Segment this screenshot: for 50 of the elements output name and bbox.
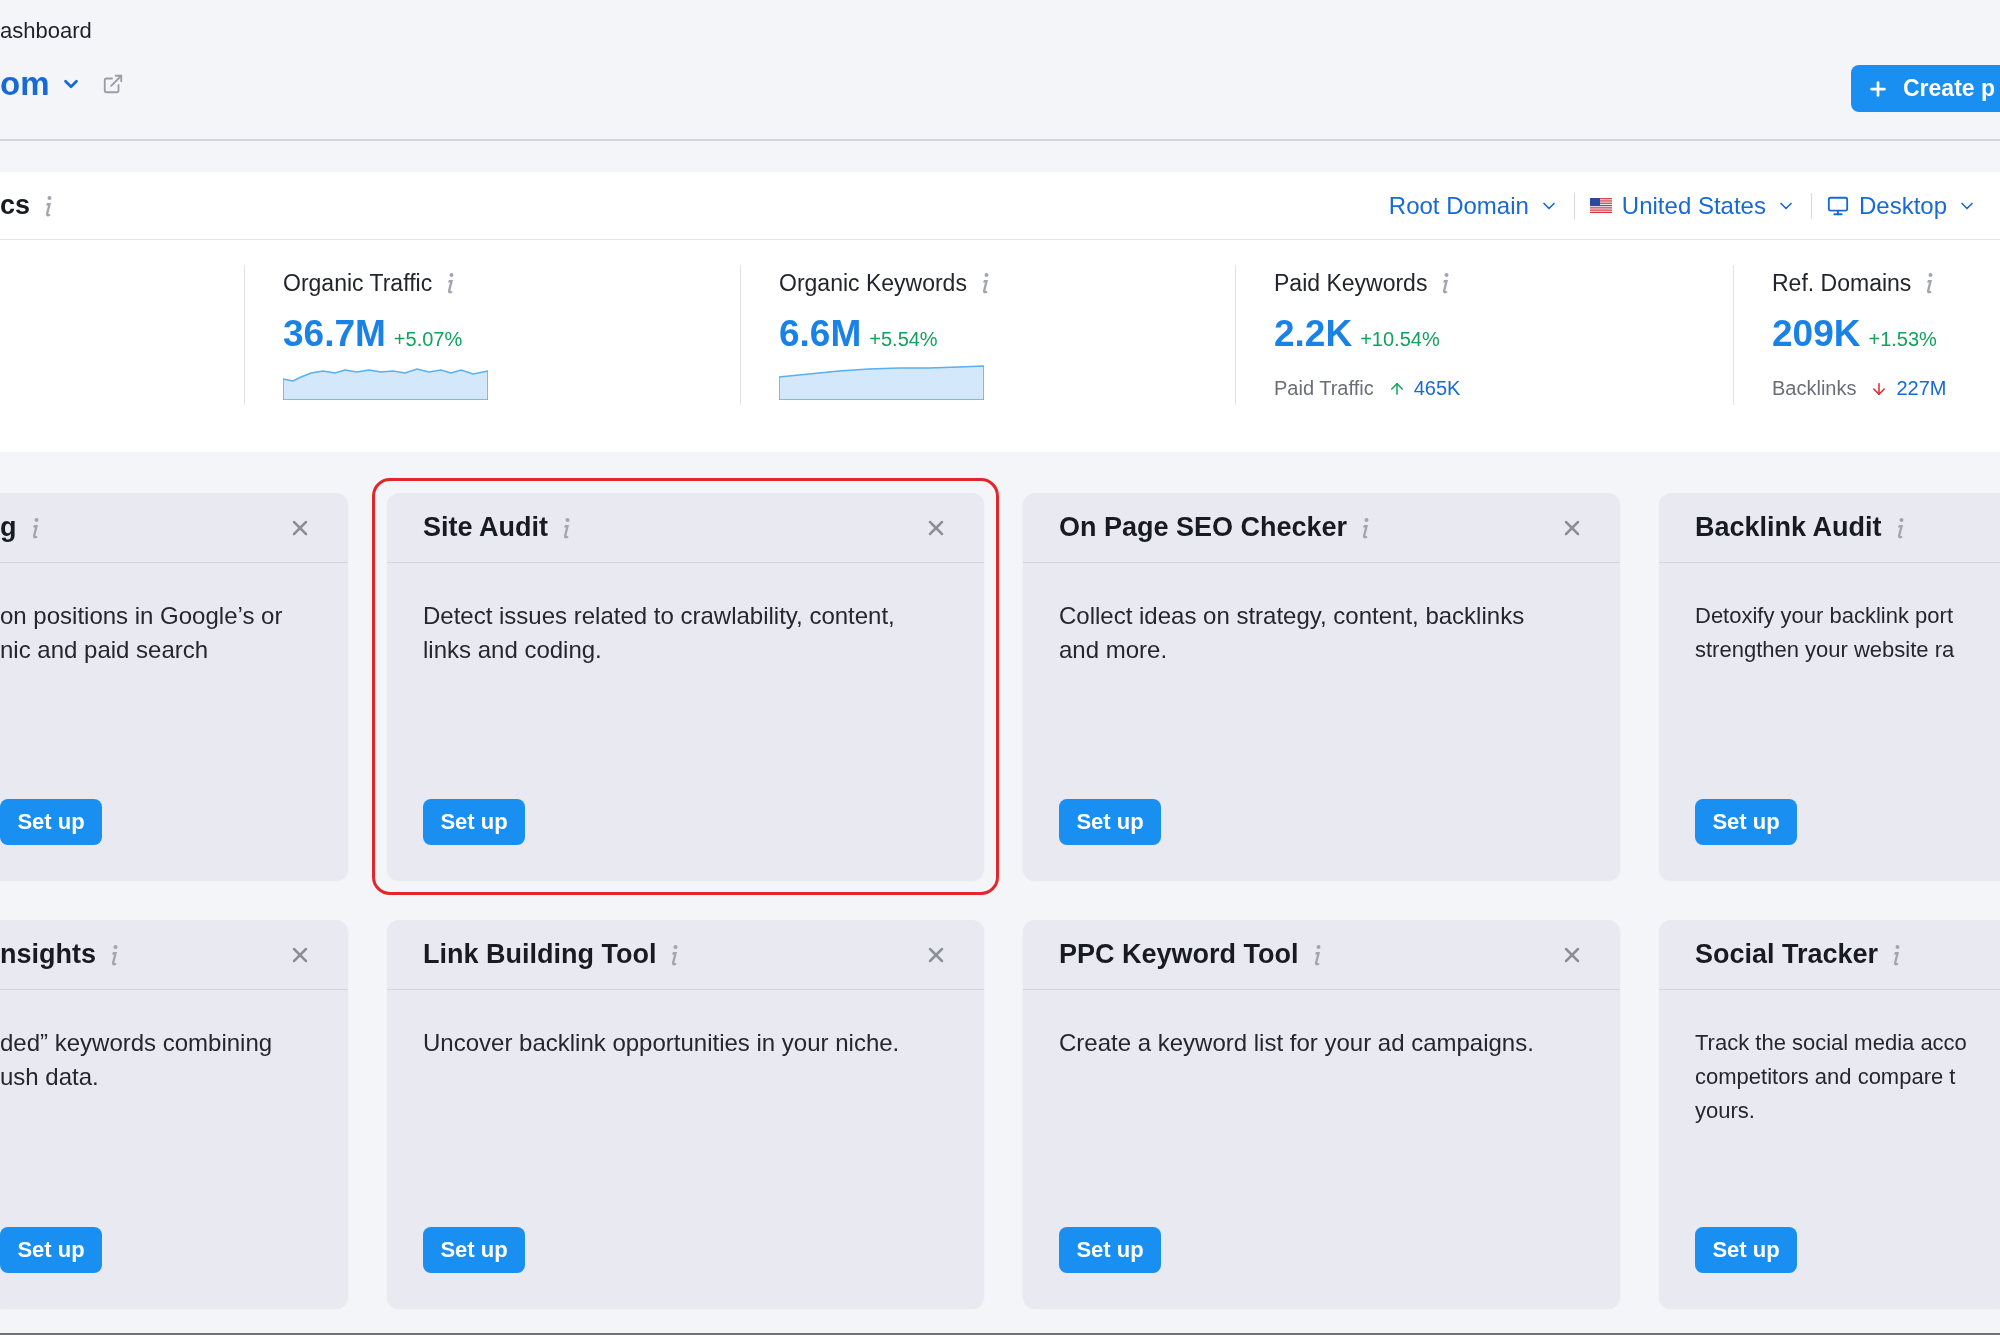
set-up-button[interactable]: Set up	[1059, 1227, 1161, 1273]
flag-icon	[1589, 198, 1612, 213]
card-description: Detoxify your backlink port strengthen your website ra	[1695, 602, 1956, 664]
card-description: Collect ideas on strategy, content, backlinks and more.	[1059, 601, 1526, 665]
metric-change: +1.53%	[1868, 328, 1937, 351]
metric-change: +10.54%	[1360, 328, 1440, 351]
set-up-button[interactable]: Set up	[423, 1227, 525, 1273]
card-description: Track the social media acco competitors and compare t yours.	[1695, 1029, 1968, 1125]
metric-label: Ref. Domains	[1772, 269, 1912, 297]
metric-value[interactable]: 209K	[1772, 313, 1861, 355]
filter-dropdown[interactable]: Desktop	[1811, 191, 1992, 220]
card-title: On Page SEO Checker	[1059, 512, 1348, 543]
metric-change: +5.07%	[393, 328, 463, 351]
sub-metric-label: Backlinks	[1772, 377, 1857, 400]
project-name[interactable]: om	[0, 66, 50, 102]
sub-metric-value[interactable]: 465K	[1413, 377, 1461, 400]
metric-value[interactable]: 36.7M	[283, 313, 386, 355]
set-up-button[interactable]: Set up	[1695, 799, 1797, 845]
card-title: g	[0, 512, 17, 543]
filter-dropdown[interactable]: United States	[1574, 191, 1811, 220]
filter-dropdown[interactable]: Root Domain	[1373, 191, 1574, 220]
metric-label: Organic Traffic	[283, 269, 433, 297]
set-up-button[interactable]: Set up	[1059, 799, 1161, 845]
card-description: on positions in Google’s or nic and paid search	[0, 601, 284, 665]
set-up-button[interactable]: Set up	[1695, 1227, 1797, 1273]
panel-title: cs	[0, 190, 31, 221]
create-button[interactable]: Create p	[1851, 65, 2000, 112]
sub-metric-value[interactable]: 227M	[1896, 377, 1947, 400]
metric-value[interactable]: 6.6M	[779, 313, 862, 355]
card-description: Detect issues related to crawlability, content, links and coding.	[423, 601, 896, 665]
external-link-icon[interactable]	[101, 73, 124, 95]
set-up-button[interactable]: Set up	[0, 799, 102, 845]
breadcrumb[interactable]: ashboard	[0, 18, 124, 44]
card-title: PPC Keyword Tool	[1059, 939, 1299, 970]
monitor-icon	[1826, 194, 1849, 217]
sub-metric-label: Paid Traffic	[1274, 377, 1374, 400]
set-up-button[interactable]: Set up	[0, 1227, 102, 1273]
metric-change: +5.54%	[869, 328, 938, 351]
metric-label: Organic Keywords	[779, 269, 967, 297]
card-title: nsights	[0, 939, 96, 970]
card-title: Link Building Tool	[423, 939, 657, 970]
card-title: Backlink Audit	[1695, 512, 1882, 543]
metric-label: Paid Keywords	[1274, 269, 1428, 297]
card-description: Create a keyword list for your ad campaigns.	[1059, 1028, 1535, 1058]
metric-value[interactable]: 2.2K	[1274, 313, 1353, 355]
card-title: Social Tracker	[1695, 939, 1879, 970]
set-up-button[interactable]: Set up	[423, 799, 525, 845]
card-title: Site Audit	[423, 512, 548, 543]
card-description: ded” keywords combining ush data.	[0, 1028, 274, 1092]
card-description: Uncover backlink opportunities in your niche.	[423, 1028, 901, 1058]
